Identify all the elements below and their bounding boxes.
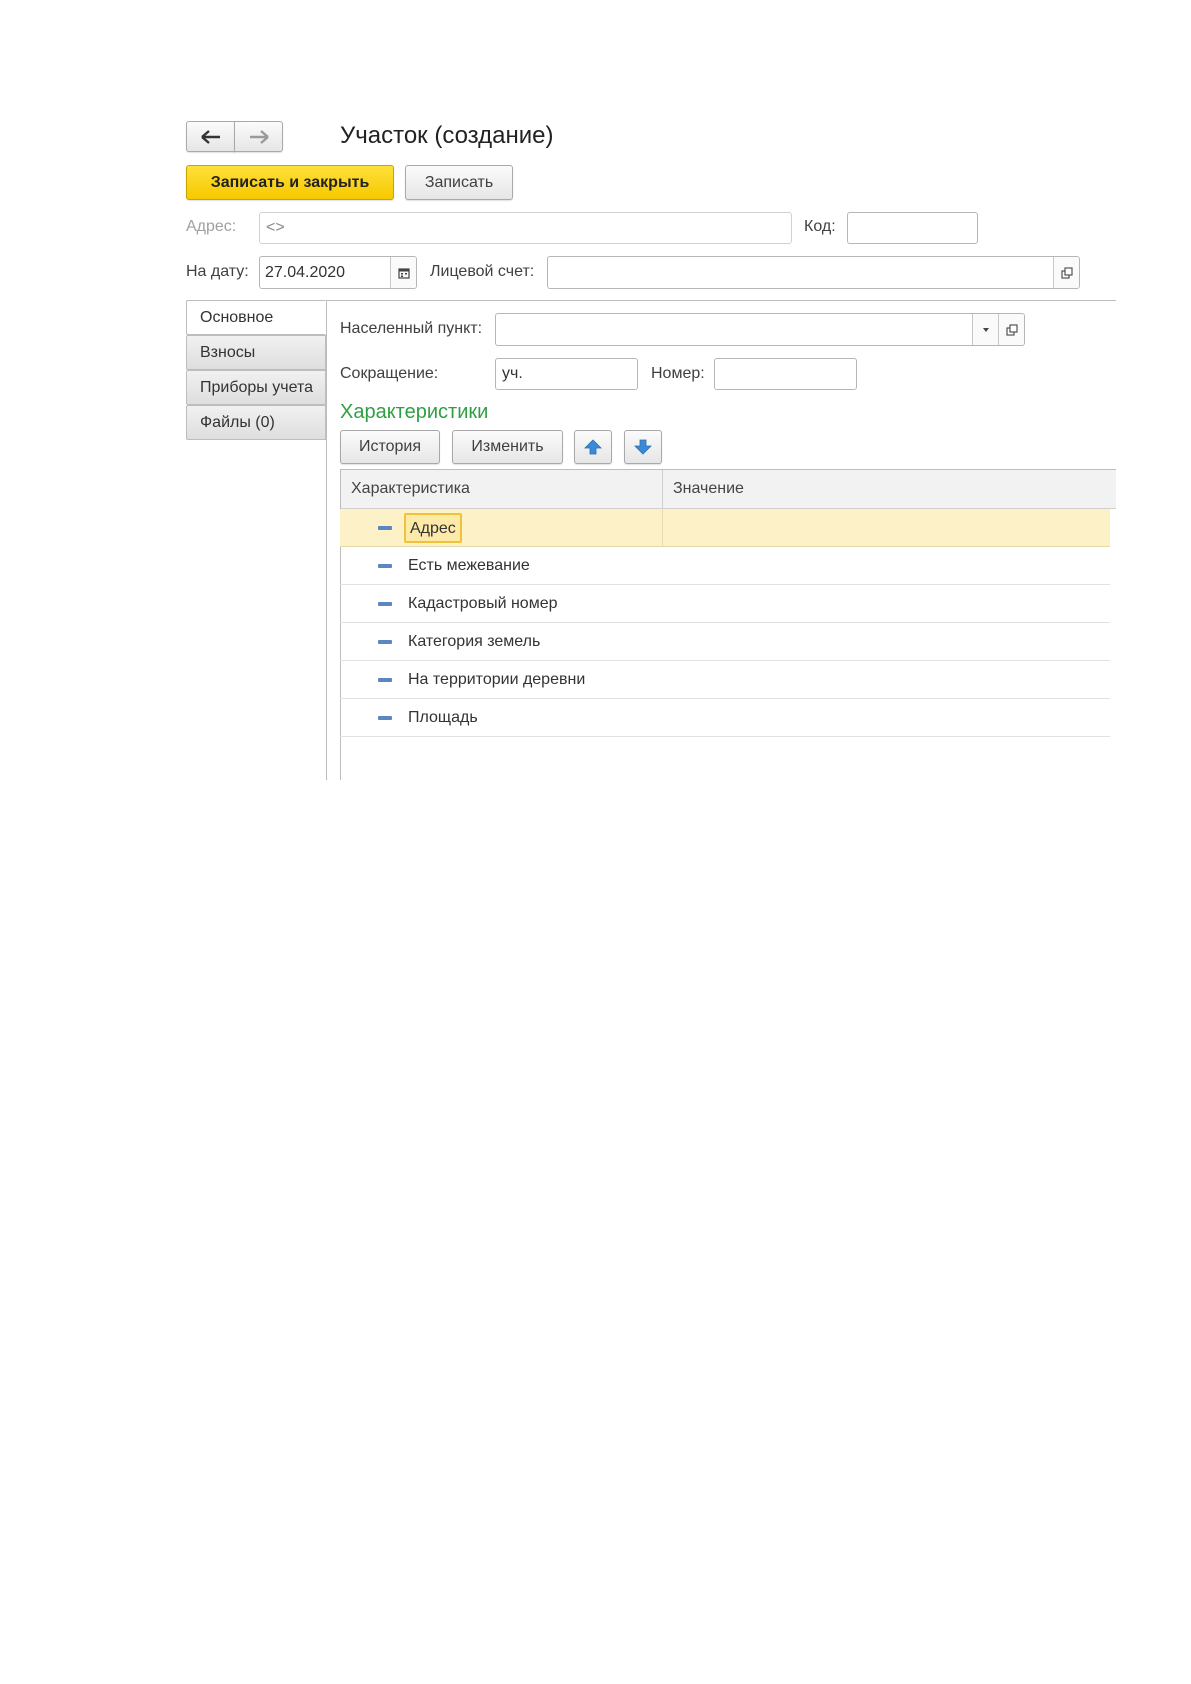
code-field[interactable] [847, 212, 978, 244]
move-down-button[interactable] [624, 430, 662, 464]
row-name-cell[interactable]: Категория земель [408, 633, 540, 651]
row-name-cell[interactable]: Адрес [404, 513, 462, 543]
table-row[interactable]: Категория земель [340, 623, 1110, 661]
row-divider [662, 509, 663, 546]
calendar-icon [397, 267, 410, 279]
table-row[interactable]: Кадастровый номер [340, 585, 1110, 623]
code-label: Код: [804, 218, 836, 235]
table-row[interactable]: Есть межевание [340, 547, 1110, 585]
row-name-cell[interactable]: На территории деревни [408, 671, 585, 689]
back-button[interactable] [186, 121, 235, 152]
abbr-field[interactable]: уч. [495, 358, 638, 390]
locality-dropdown-button[interactable] [972, 314, 998, 345]
move-up-button[interactable] [574, 430, 612, 464]
tab-main[interactable]: Основное [186, 300, 326, 335]
save-button[interactable]: Записать [405, 165, 513, 200]
address-label: Адрес: [186, 218, 237, 235]
account-label: Лицевой счет: [430, 263, 535, 280]
history-button[interactable]: История [340, 430, 440, 464]
locality-open-button[interactable] [998, 314, 1024, 345]
row-name-cell[interactable]: Есть межевание [408, 557, 530, 575]
row-item-icon [378, 640, 392, 644]
save-and-close-button[interactable]: Записать и закрыть [186, 165, 394, 200]
row-item-icon [378, 564, 392, 568]
table-row[interactable]: Площадь [340, 699, 1110, 737]
address-field[interactable]: <> [259, 212, 792, 244]
row-name-cell[interactable]: Площадь [408, 709, 478, 727]
forward-arrow-icon [249, 129, 269, 144]
number-field[interactable] [714, 358, 857, 390]
tab-panel-border [326, 300, 327, 780]
move-down-icon [634, 439, 652, 455]
account-open-button[interactable] [1053, 257, 1079, 288]
back-arrow-icon [200, 129, 220, 144]
date-value: 27.04.2020 [265, 263, 346, 281]
table-header: Характеристика Значение [341, 470, 1116, 509]
account-field[interactable] [547, 256, 1080, 289]
row-item-icon [378, 678, 392, 682]
open-icon [1060, 266, 1073, 279]
column-header-value[interactable]: Значение [673, 480, 744, 498]
page-title: Участок (создание) [340, 122, 554, 149]
abbr-label: Сокращение: [340, 365, 439, 382]
tab-area-divider [326, 300, 1116, 301]
column-divider [662, 470, 663, 509]
row-item-icon [378, 526, 392, 530]
row-item-icon [378, 716, 392, 720]
change-button[interactable]: Изменить [452, 430, 563, 464]
date-label: На дату: [186, 263, 249, 280]
section-title: Характеристики [340, 401, 489, 423]
forward-button[interactable] [234, 121, 283, 152]
table-row[interactable]: На территории деревни [340, 661, 1110, 699]
row-item-icon [378, 602, 392, 606]
calendar-button[interactable] [390, 257, 416, 288]
tab-meters[interactable]: Приборы учета [186, 370, 326, 405]
locality-label: Населенный пункт: [340, 320, 483, 337]
number-label: Номер: [651, 365, 705, 382]
table-row[interactable]: Адрес [340, 509, 1110, 547]
column-header-characteristic[interactable]: Характеристика [351, 480, 470, 498]
dropdown-icon [982, 327, 989, 332]
row-name-cell[interactable]: Кадастровый номер [408, 595, 558, 613]
date-field[interactable]: 27.04.2020 [259, 256, 417, 289]
locality-field[interactable] [495, 313, 1025, 346]
move-up-icon [584, 439, 602, 455]
tab-fees[interactable]: Взносы [186, 335, 326, 370]
tab-files[interactable]: Файлы (0) [186, 405, 326, 440]
open-icon [1005, 323, 1018, 336]
